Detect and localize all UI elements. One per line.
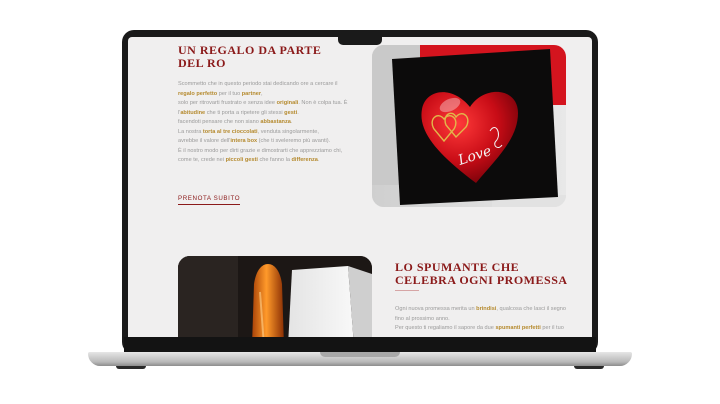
text-run: che ti porta a ripetere gli stessi (205, 109, 285, 116)
text-run: solo per ritrovarti frustrato e senza id… (178, 100, 277, 106)
text-run: (che ti sveleremo più avanti). (257, 138, 331, 144)
highlighted-text: partner (241, 90, 262, 97)
laptop-foot-left (116, 366, 146, 369)
text-run: , venduta singolarmente, (257, 128, 319, 135)
paragraph-line: facendoti pensare che non siano abbastan… (178, 118, 368, 128)
title-divider (395, 290, 419, 291)
text-run: Scommetto che in questo periodo stai ded… (178, 81, 338, 87)
highlighted-text: spumanti perfetti (495, 325, 541, 331)
paragraph-line: È il nostro modo per dirti grazie e dimo… (178, 147, 368, 157)
paragraph-line: Per questo ti regaliamo il sapore da due… (395, 324, 575, 334)
text-run: che fanno la (257, 157, 292, 163)
text-run: . (317, 157, 320, 163)
paragraph-line: come te, crede nei piccoli gesti che fan… (178, 156, 368, 166)
highlighted-text: torta al tre cioccolati (202, 128, 258, 135)
heart-cake-image: Love (372, 45, 566, 207)
highlighted-text: abitudine (180, 109, 206, 116)
text-run: Ogni nuova promessa merita un (395, 306, 477, 312)
highlighted-text: abbastanza (260, 119, 291, 125)
highlighted-text: differenza (291, 157, 318, 163)
text-run: È il nostro modo per dirti grazie e dimo… (178, 147, 343, 154)
paragraph-line: solo per ritrovarti frustrato e senza id… (178, 99, 368, 109)
highlighted-text: originali (276, 100, 299, 106)
sparkling-wine-image (178, 256, 372, 337)
text-run: . Non è colpa tua. È (298, 100, 348, 106)
section1-title: UN REGALO DA PARTE DEL RO (178, 43, 322, 70)
text-run: avrebbe il valore dell' (178, 138, 231, 144)
browser-screen: UN REGALO DA PARTE DEL RO Scommetto che … (128, 37, 592, 337)
highlighted-text: gesti (284, 109, 298, 116)
paragraph-line: Ogni nuova promessa merita un brindisi, … (395, 305, 575, 315)
paragraph-line: Scommetto che in questo periodo stai ded… (178, 80, 368, 90)
section2-title: LO SPUMANTE CHE CELEBRA OGNI PROMESSA (395, 260, 568, 287)
section1-paragraph: Scommetto che in questo periodo stai ded… (178, 80, 368, 166)
text-run: Per questo ti regaliamo il sapore da due (395, 325, 496, 331)
text-run: per il tuo (540, 325, 564, 331)
paragraph-line: fino al prossimo anno. (395, 315, 575, 325)
text-run: , (261, 90, 263, 97)
book-now-button[interactable]: PRENOTA SUBITO (178, 195, 241, 205)
camera-notch (338, 36, 382, 45)
highlighted-text: piccoli gesti (225, 157, 258, 163)
highlighted-text: brindisi (476, 306, 497, 312)
text-run: La nostra (178, 128, 203, 135)
paragraph-line: regalo perfetto per il tuo partner, (178, 90, 368, 100)
laptop-foot-right (574, 366, 604, 369)
highlighted-text: regalo perfetto (178, 90, 218, 97)
section2-paragraph: Ogni nuova promessa merita un brindisi, … (395, 305, 575, 334)
text-run: , qualcosa che lasci il segno (496, 306, 567, 312)
text-run: facendoti pensare che non siano (178, 119, 261, 125)
text-run: . (290, 119, 293, 125)
text-run: per il tuo (217, 90, 242, 97)
text-run: . (297, 109, 299, 116)
laptop-chin (124, 337, 596, 352)
text-run: fino al prossimo anno. (395, 315, 450, 322)
paragraph-line: l'abitudine che ti porta a ripetere gli … (178, 109, 368, 119)
laptop-base-notch (320, 352, 400, 357)
text-run: come te, crede nei (178, 157, 226, 163)
highlighted-text: intera box (230, 138, 258, 144)
paragraph-line: avrebbe il valore dell'intera box (che t… (178, 137, 368, 147)
paragraph-line: La nostra torta al tre cioccolati, vendu… (178, 128, 368, 138)
